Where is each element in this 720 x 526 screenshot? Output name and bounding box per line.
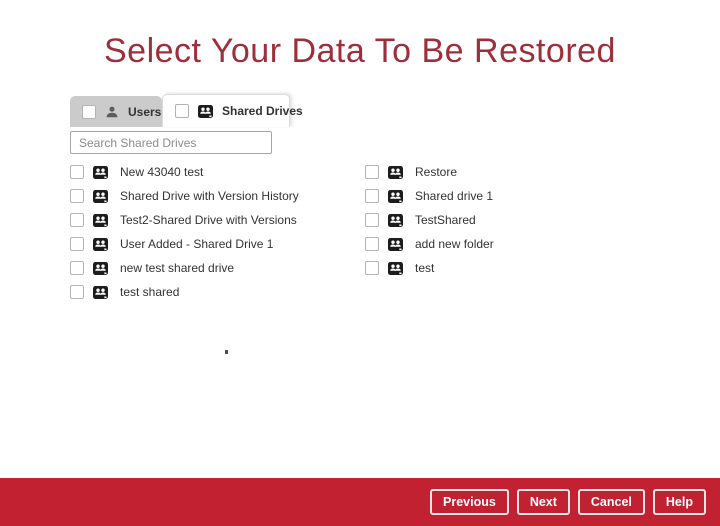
user-icon — [105, 105, 119, 119]
drive-label: test — [415, 261, 435, 275]
shared-drive-icon — [198, 104, 213, 118]
drive-label: Restore — [415, 165, 458, 179]
page-title: Select Your Data To Be Restored — [104, 32, 616, 70]
drive-label: User Added - Shared Drive 1 — [120, 237, 274, 251]
shared-drives-list: New 43040 test Shared Drive with Version… — [70, 160, 494, 304]
shared-drive-icon — [388, 261, 403, 275]
drive-checkbox[interactable] — [365, 261, 379, 275]
drive-list-item[interactable]: new test shared drive — [70, 256, 365, 280]
cancel-button[interactable]: Cancel — [577, 489, 645, 515]
drive-list-column-left: New 43040 test Shared Drive with Version… — [70, 160, 365, 304]
drive-list-item[interactable]: test shared — [70, 280, 365, 304]
tab-users-label: Users — [128, 104, 162, 119]
drive-list-item[interactable]: New 43040 test — [70, 160, 365, 184]
shared-drive-icon — [93, 213, 108, 227]
shared-drive-icon — [388, 165, 403, 179]
drive-list-item[interactable]: Restore — [365, 160, 494, 184]
shared-drive-icon — [93, 285, 108, 299]
drive-list-item[interactable]: Shared Drive with Version History — [70, 184, 365, 208]
drive-checkbox[interactable] — [365, 213, 379, 227]
tab-shared-drives-checkbox[interactable] — [175, 104, 189, 118]
drive-label: new test shared drive — [120, 261, 235, 275]
tab-users[interactable]: Users — [70, 96, 162, 127]
drive-label: TestShared — [415, 213, 476, 227]
drive-checkbox[interactable] — [70, 285, 84, 299]
drive-checkbox[interactable] — [365, 237, 379, 251]
shared-drive-icon — [93, 237, 108, 251]
drive-label: Test2-Shared Drive with Versions — [120, 213, 297, 227]
drive-list-item[interactable]: Shared drive 1 — [365, 184, 494, 208]
drive-list-item[interactable]: User Added - Shared Drive 1 — [70, 232, 365, 256]
drive-checkbox[interactable] — [70, 213, 84, 227]
drive-label: test shared — [120, 285, 180, 299]
shared-drive-icon — [93, 189, 108, 203]
drive-list-item[interactable]: add new folder — [365, 232, 494, 256]
drive-checkbox[interactable] — [70, 189, 84, 203]
drive-list-item[interactable]: test — [365, 256, 494, 280]
drive-checkbox[interactable] — [70, 237, 84, 251]
drive-label: New 43040 test — [120, 165, 204, 179]
drive-checkbox[interactable] — [365, 165, 379, 179]
drive-list-column-right: Restore Shared drive 1 TestShared add ne… — [365, 160, 494, 280]
drive-list-item[interactable]: Test2-Shared Drive with Versions — [70, 208, 365, 232]
help-button[interactable]: Help — [652, 489, 706, 515]
drive-label: add new folder — [415, 237, 494, 251]
drive-list-item[interactable]: TestShared — [365, 208, 494, 232]
next-button[interactable]: Next — [516, 489, 570, 515]
drive-label: Shared Drive with Version History — [120, 189, 299, 203]
shared-drive-icon — [388, 237, 403, 251]
search-input[interactable] — [70, 131, 272, 154]
drive-checkbox[interactable] — [365, 189, 379, 203]
tab-shared-drives[interactable]: Shared Drives — [162, 94, 303, 127]
shared-drive-icon — [93, 165, 108, 179]
drive-checkbox[interactable] — [70, 165, 84, 179]
tab-bar: Users Shared Drives — [70, 94, 303, 127]
tab-shared-drives-label: Shared Drives — [222, 104, 303, 118]
shared-drive-icon — [388, 213, 403, 227]
footer-action-bar: Previous Next Cancel Help — [0, 478, 720, 526]
previous-button[interactable]: Previous — [430, 489, 509, 515]
shared-drive-icon — [388, 189, 403, 203]
stray-dot-artifact — [225, 350, 228, 354]
shared-drive-icon — [93, 261, 108, 275]
drive-label: Shared drive 1 — [415, 189, 494, 203]
drive-checkbox[interactable] — [70, 261, 84, 275]
tab-users-checkbox[interactable] — [82, 104, 96, 119]
